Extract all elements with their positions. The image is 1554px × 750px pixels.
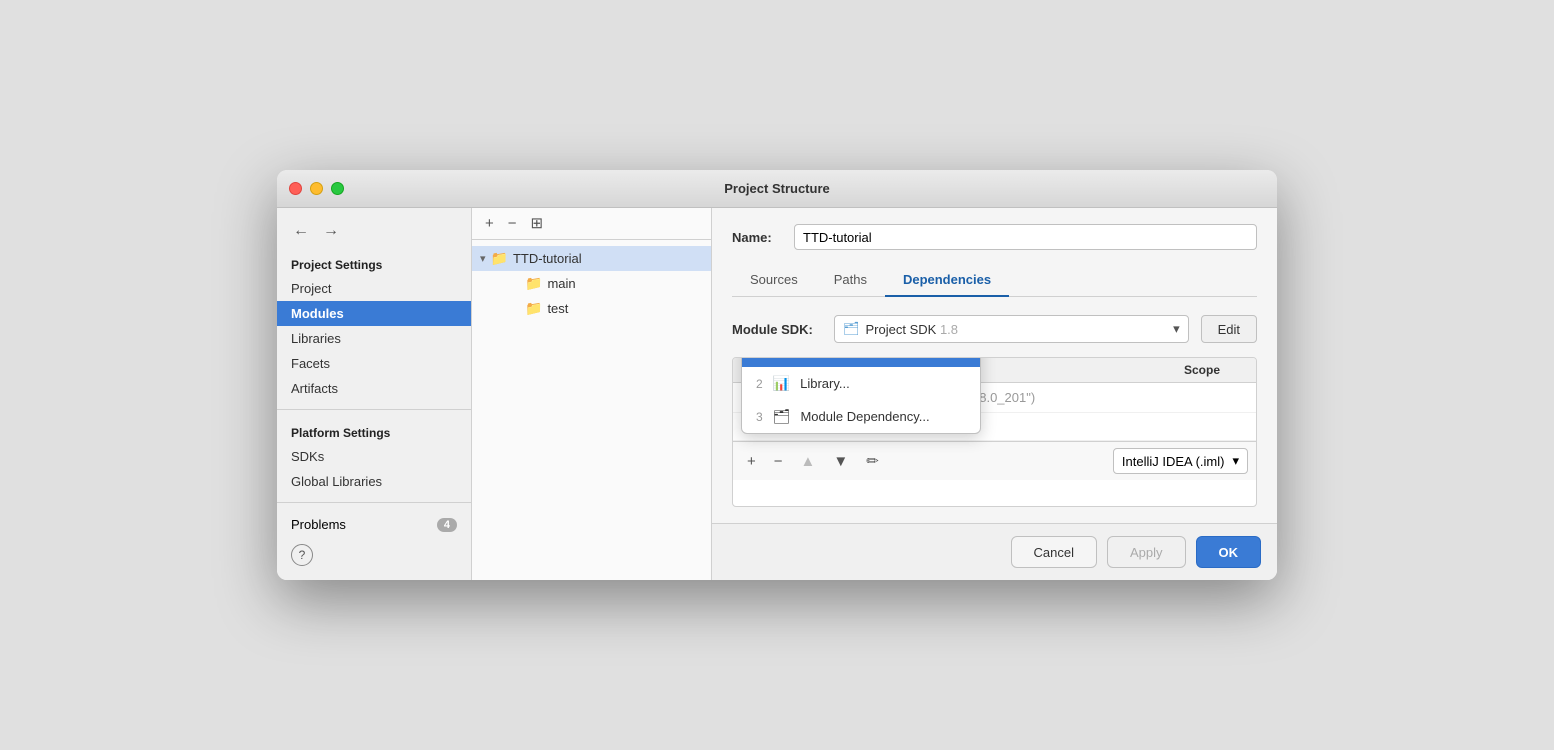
window-body: ← → Project Settings Project Modules Lib… [277,208,1277,580]
platform-settings-label: Platform Settings [277,418,471,444]
cancel-button[interactable]: Cancel [1011,536,1097,568]
module-tree-panel: + − ⊞ ▾ 📁 TTD-tutorial 📁 main 📁 [472,208,712,580]
format-select[interactable]: IntelliJ IDEA (.iml) ▾ [1113,448,1248,474]
tree-item-label: test [547,301,568,316]
sidebar: ← → Project Settings Project Modules Lib… [277,208,472,580]
window-title: Project Structure [724,181,829,196]
ok-button[interactable]: OK [1196,536,1262,568]
traffic-lights [289,182,344,195]
main-content: Name: Sources Paths Dependencies [712,208,1277,523]
library-icon: 📊 [773,375,790,392]
tree-item-label: main [547,276,575,291]
maximize-button[interactable] [331,182,344,195]
sidebar-item-facets[interactable]: Facets [277,351,471,376]
module-sdk-row: Module SDK: 🗂 Project SDK 1.8 ▾ Edit [732,315,1257,343]
sidebar-item-artifacts[interactable]: Artifacts [277,376,471,401]
sidebar-item-global-libraries[interactable]: Global Libraries [277,469,471,494]
dependencies-table: Export Scope 🗂 1.8 (java v [732,357,1257,507]
bottom-bar: Cancel Apply OK [712,523,1277,580]
sidebar-divider [277,409,471,410]
problems-badge: 4 [437,518,457,532]
dropdown-label-library: Library... [800,376,850,391]
close-button[interactable] [289,182,302,195]
dropdown-item-library[interactable]: 2 📊 Library... [742,367,980,400]
folder-icon-main: 📁 [525,275,542,292]
deps-add-button[interactable]: + [741,450,762,473]
tab-paths[interactable]: Paths [816,264,885,297]
folder-icon-test: 📁 [525,300,542,317]
deps-down-button[interactable]: ▼ [827,450,854,473]
project-settings-label: Project Settings [277,250,471,276]
sidebar-item-libraries[interactable]: Libraries [277,326,471,351]
back-button[interactable]: ← [289,220,313,242]
dropdown-num-1: 1 [756,357,763,358]
tree-add-button[interactable]: + [480,214,499,233]
main-panel: Name: Sources Paths Dependencies [712,208,1277,580]
tree-toolbar: + − ⊞ [472,208,711,240]
minimize-button[interactable] [310,182,323,195]
dropdown-label-module-dep: Module Dependency... [800,409,929,424]
tab-sources[interactable]: Sources [732,264,816,297]
name-label: Name: [732,230,782,245]
project-structure-window: Project Structure ← → Project Settings P… [277,170,1277,580]
format-chevron-icon: ▾ [1232,453,1239,469]
chevron-down-icon: ▾ [1173,321,1180,337]
sdk-edit-button[interactable]: Edit [1201,315,1257,343]
tree-item-label: TTD-tutorial [513,251,582,266]
sidebar-nav: ← → [277,216,471,250]
name-input[interactable] [794,224,1257,250]
deps-up-button[interactable]: ▲ [795,450,822,473]
module-sdk-label: Module SDK: [732,322,822,337]
deps-remove-button[interactable]: − [768,450,789,473]
sidebar-item-modules[interactable]: Modules [277,301,471,326]
sdk-select[interactable]: 🗂 Project SDK 1.8 ▾ [834,315,1189,343]
help-button[interactable]: ? [291,544,313,566]
sidebar-item-sdks[interactable]: SDKs [277,444,471,469]
add-dependency-dropdown: 1 🗜 JARs or directories... 2 📊 Library..… [741,357,981,434]
sdk-version: 1.8 [940,322,958,337]
tree-item-ttd-tutorial[interactable]: ▾ 📁 TTD-tutorial [472,246,711,271]
col-scope-header: Scope [1176,363,1256,377]
sidebar-item-problems[interactable]: Problems 4 [277,511,471,538]
name-row: Name: [732,224,1257,250]
sidebar-divider-2 [277,502,471,503]
dropdown-num-2: 2 [756,377,763,391]
tabs-bar: Sources Paths Dependencies [732,264,1257,297]
apply-button[interactable]: Apply [1107,536,1186,568]
tab-dependencies[interactable]: Dependencies [885,264,1009,297]
jars-icon: 🗜 [773,357,791,359]
dropdown-item-module-dep[interactable]: 3 🗂 Module Dependency... [742,400,980,433]
tree-copy-button[interactable]: ⊞ [526,214,549,233]
tree-item-main[interactable]: 📁 main [472,271,711,296]
format-select-value: IntelliJ IDEA (.iml) [1122,454,1225,469]
tree-remove-button[interactable]: − [503,214,522,233]
dropdown-num-3: 3 [756,410,763,424]
chevron-down-icon: ▾ [480,252,486,265]
dropdown-label-jars: JARs or directories... [800,357,921,358]
titlebar: Project Structure [277,170,1277,208]
dropdown-item-jars[interactable]: 1 🗜 JARs or directories... [742,357,980,367]
tree-item-test[interactable]: 📁 test [472,296,711,321]
sdk-folder-icon: 🗂 [843,321,860,337]
tree-content: ▾ 📁 TTD-tutorial 📁 main 📁 test [472,240,711,580]
deps-toolbar: + − ▲ ▼ ✏ IntelliJ IDEA (.iml) ▾ 1 [733,441,1256,480]
deps-edit-button[interactable]: ✏ [860,449,885,473]
sdk-name: Project SDK 1.8 [866,322,959,337]
folder-icon: 📁 [491,250,508,267]
forward-button[interactable]: → [319,220,343,242]
sidebar-item-project[interactable]: Project [277,276,471,301]
module-dep-icon: 🗂 [773,408,791,425]
